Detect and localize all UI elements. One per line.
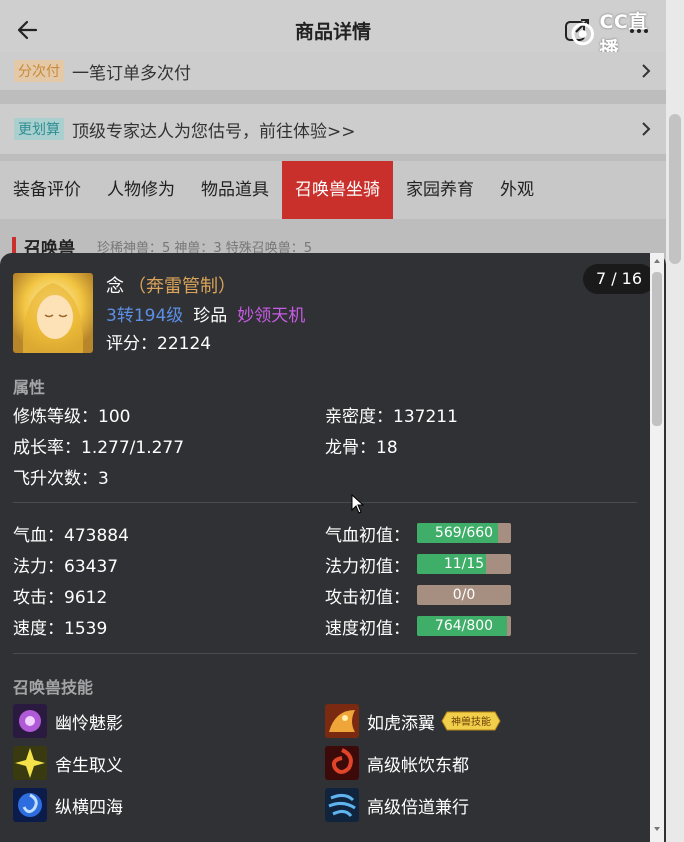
aptitude-bar-spd: 764/800 [417,616,511,636]
skills-section-title: 召唤兽技能 [13,678,94,697]
appraisal-tag: 更划算 [14,118,64,140]
installment-text: 一笔订单多次付 [72,63,191,84]
skill-item[interactable]: 高级帐饮东都 [325,746,469,780]
pet-name-line: 念（奔雷管制） [106,272,236,298]
category-tabs: 装备评价 人物修为 物品道具 召唤兽坐骑 家园养育 外观 [0,161,666,219]
red-vortex-icon [325,746,359,780]
skill-item[interactable]: 舍生取义 [13,746,123,780]
cc-live-watermark: CC直播 [570,11,666,60]
skill-name: 如虎添翼 [367,713,435,734]
skill-item[interactable]: 高级倍道兼行 [325,788,469,822]
installment-row[interactable]: 分次付 一笔订单多次付 [0,52,666,90]
aptitude-value-atk: 0/0 [452,587,476,603]
pet-avatar [13,273,93,353]
pet-meta: 3转194级 珍品 妙领天机 [106,301,305,326]
chevron-right-icon [642,122,651,136]
installment-tag: 分次付 [14,60,64,82]
tab-equipment[interactable]: 装备评价 [0,161,94,219]
skill-name: 高级帐饮东都 [367,755,469,776]
top-nav-bar: 商品详情 CC直播 [0,0,666,60]
attack-stat: 攻击：9612 [13,588,108,608]
speed-stat: 速度：1539 [13,619,108,639]
skill-name: 幽怜魅影 [55,713,123,734]
skill-item[interactable]: 如虎添翼 神兽技能 [325,704,501,738]
appraisal-row[interactable]: 更划算 顶级专家达人为您估号，前往体验>> [0,104,666,154]
pet-level: 3转194级 [106,306,184,326]
mp-stat: 法力：63437 [13,557,119,577]
dragon-bone: 龙骨：18 [325,438,398,458]
badge-text: 神兽技能 [451,715,491,728]
cultivation-level: 修炼等级：100 [13,407,131,427]
tab-home[interactable]: 家园养育 [393,161,487,219]
cc-logo-icon [571,22,594,46]
window-scroll-thumb[interactable] [669,114,681,264]
aptitude-bar-mp: 11/15 [417,554,511,574]
purple-flower-icon [13,704,47,738]
pet-detail-card: 7 / 16 念（奔雷管制） 3转194级 珍品 妙领天机 评分：22124 属… [0,253,666,842]
tab-appearance[interactable]: 外观 [487,161,547,219]
tab-items[interactable]: 物品道具 [188,161,282,219]
blue-wind-icon [325,788,359,822]
pet-score: 评分：22124 [106,334,212,354]
growth-rate: 成长率：1.277/1.277 [13,438,185,458]
tiger-icon [325,704,359,738]
aptitude-value-hp: 569/660 [434,525,494,541]
pet-name: 念 [106,276,124,297]
divine-skill-badge: 神兽技能 [441,711,501,731]
blue-swirl-icon [13,788,47,822]
golden-light-icon [13,746,47,780]
mouse-cursor-icon [351,494,365,514]
aptitude-value-spd: 764/800 [434,618,494,634]
tab-character[interactable]: 人物修为 [94,161,188,219]
divider [13,502,637,503]
divider [13,653,637,654]
hp-stat: 气血：473884 [13,526,129,546]
scroll-up-arrow-icon[interactable] [654,258,660,264]
ascension-count: 飞升次数：3 [13,469,109,489]
attributes-section-title: 属性 [13,378,46,397]
pet-kind: （奔雷管制） [128,276,236,297]
aptitude-label-atk: 攻击初值： [325,588,410,608]
card-scroll-thumb[interactable] [652,272,662,426]
skill-name: 舍生取义 [55,755,123,776]
skill-name: 高级倍道兼行 [367,797,469,818]
scroll-down-arrow-icon[interactable] [654,826,660,832]
tab-pets-mounts[interactable]: 召唤兽坐骑 [282,161,393,219]
skill-item[interactable]: 幽怜魅影 [13,704,123,738]
appraisal-text: 顶级专家达人为您估号，前往体验>> [72,121,356,142]
aptitude-label-hp: 气血初值： [325,526,410,546]
skill-item[interactable]: 纵横四海 [13,788,123,822]
aptitude-label-spd: 速度初值： [325,619,410,639]
intimacy: 亲密度：137211 [325,407,458,427]
aptitude-value-mp: 11/15 [443,556,485,572]
aptitude-bar-hp: 569/660 [417,523,511,543]
aptitude-label-mp: 法力初值： [325,557,410,577]
aptitude-bar-atk: 0/0 [417,585,511,605]
more-icon[interactable] [628,24,650,38]
chevron-right-icon [642,64,651,78]
pet-rank: 珍品 [193,306,228,326]
pet-pager: 7 / 16 [583,264,655,294]
skill-name: 纵横四海 [55,797,123,818]
pet-special-skill: 妙领天机 [237,306,306,326]
